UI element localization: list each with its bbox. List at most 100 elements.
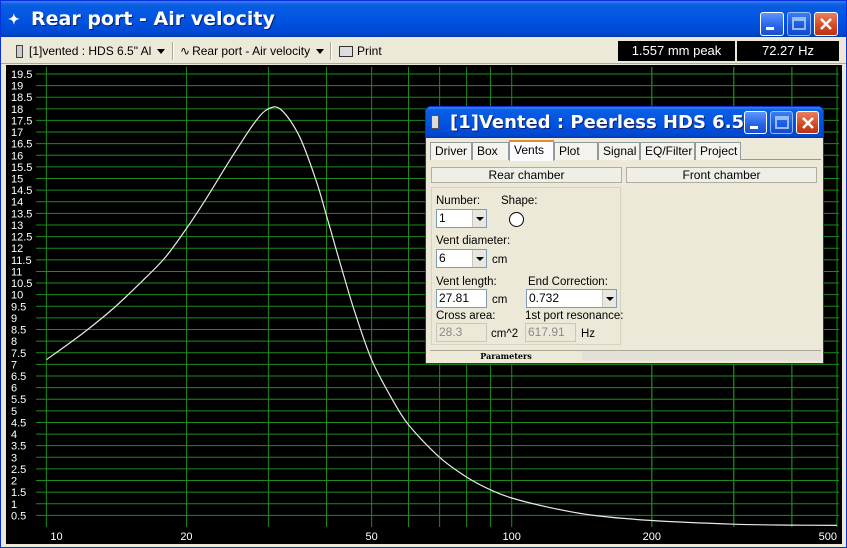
- maximize-icon: [775, 116, 789, 129]
- tab-strip: Driver Box Vents Plot Signal EQ/Filter P…: [430, 140, 821, 161]
- peak-readout: 1.557 mm peak: [618, 41, 735, 61]
- chevron-down-icon: [472, 250, 486, 267]
- dialog-title: [1]Vented : Peerless HDS 6.5...: [450, 112, 765, 133]
- y-tick-label: 11.5: [11, 255, 32, 267]
- chevron-down-icon: [472, 210, 486, 227]
- y-tick-label: 12: [11, 243, 23, 255]
- close-button[interactable]: [814, 12, 838, 36]
- y-tick-label: 9: [11, 313, 17, 325]
- close-icon: [820, 18, 832, 30]
- end-correction-select[interactable]: 0.732: [526, 289, 617, 308]
- tab-eq-filter[interactable]: EQ/Filter: [640, 142, 695, 160]
- y-tick-label: 18: [11, 104, 23, 116]
- tab-signal[interactable]: Signal: [598, 142, 640, 160]
- project-select[interactable]: [1]vented : HDS 6.5" Al: [16, 41, 166, 61]
- y-tick-label: 10.5: [11, 278, 32, 290]
- tab-box[interactable]: Box: [472, 142, 509, 160]
- vent-diameter-label: Vent diameter:: [436, 235, 511, 247]
- y-tick-label: 16: [11, 150, 23, 162]
- chevron-down-icon: [316, 49, 325, 55]
- y-tick-label: 1.5: [11, 487, 26, 499]
- x-tick-label: 20: [180, 531, 192, 543]
- y-tick-label: 15: [11, 174, 23, 186]
- x-tick-label: 200: [643, 531, 661, 543]
- number-value: 1: [439, 211, 446, 225]
- app-icon: ✦: [8, 11, 20, 27]
- dialog-status-bar: Parameters: [430, 350, 821, 361]
- tab-plot[interactable]: Plot: [554, 142, 598, 160]
- y-tick-label: 12.5: [11, 232, 32, 244]
- x-tick-label: 500: [819, 531, 837, 543]
- minimize-button[interactable]: [760, 12, 784, 36]
- title-bar[interactable]: ✦ Rear port - Air velocity: [1, 1, 846, 37]
- window-title: Rear port - Air velocity: [31, 8, 275, 30]
- vent-diameter-value: 6: [439, 251, 446, 265]
- shape-label: Shape:: [501, 195, 538, 207]
- cross-area-field: 28.3: [436, 323, 487, 342]
- y-tick-label: 13: [11, 220, 23, 232]
- y-tick-label: 15.5: [11, 162, 32, 174]
- y-tick-label: 17: [11, 127, 23, 139]
- y-tick-label: 14.5: [11, 185, 32, 197]
- cross-area-label: Cross area:: [436, 310, 496, 322]
- y-tick-label: 4: [11, 429, 17, 441]
- maximize-button[interactable]: [787, 12, 811, 36]
- dialog-close-button[interactable]: [796, 111, 819, 134]
- tab-driver[interactable]: Driver: [430, 142, 472, 160]
- dialog-minimize-button[interactable]: [744, 111, 767, 134]
- y-tick-label: 5: [11, 406, 17, 418]
- circle-shape-icon[interactable]: [509, 212, 524, 227]
- y-tick-label: 7: [11, 359, 17, 371]
- minimize-icon: [766, 27, 774, 30]
- number-select[interactable]: 1: [436, 209, 487, 228]
- vent-length-input[interactable]: 27.81: [436, 289, 487, 308]
- dialog-maximize-button[interactable]: [770, 111, 793, 134]
- status-parameters: Parameters: [430, 351, 582, 361]
- y-tick-label: 4.5: [11, 417, 26, 429]
- y-tick-label: 7.5: [11, 348, 26, 360]
- chevron-down-icon: [157, 49, 166, 55]
- y-tick-label: 9.5: [11, 301, 26, 313]
- y-tick-label: 8.5: [11, 325, 26, 337]
- y-tick-label: 19: [11, 81, 23, 93]
- waveform-icon: ∿: [180, 44, 191, 58]
- number-label: Number:: [436, 195, 481, 207]
- front-chamber-button[interactable]: Front chamber: [626, 167, 817, 183]
- project-icon: [16, 45, 23, 59]
- y-tick-label: 6.5: [11, 371, 26, 383]
- minimize-icon: [750, 126, 758, 129]
- y-tick-label: 16.5: [11, 139, 32, 151]
- y-tick-label: 3.5: [11, 441, 26, 453]
- y-tick-label: 2.5: [11, 464, 26, 476]
- dialog-icon: [431, 115, 439, 129]
- graph-select-label: Rear port - Air velocity: [192, 44, 311, 58]
- vent-parameters-group: Number: 1 Shape: Vent diameter: 6 cm Ven…: [431, 187, 623, 345]
- x-tick-label: 50: [366, 531, 378, 543]
- y-tick-label: 0.5: [11, 510, 26, 522]
- graph-select[interactable]: ∿ Rear port - Air velocity: [180, 41, 325, 61]
- y-tick-label: 1: [11, 499, 17, 511]
- y-tick-label: 5.5: [11, 394, 26, 406]
- close-icon: [802, 117, 814, 129]
- x-tick-label: 10: [50, 531, 62, 543]
- y-tick-label: 8: [11, 336, 17, 348]
- y-tick-label: 3: [11, 452, 17, 464]
- project-select-label: [1]vented : HDS 6.5" Al: [29, 44, 152, 58]
- frequency-readout: 72.27 Hz: [737, 41, 839, 61]
- print-label: Print: [357, 44, 382, 58]
- dialog-title-bar[interactable]: [1]Vented : Peerless HDS 6.5...: [426, 107, 823, 138]
- port-resonance-field: 617.91: [525, 323, 576, 342]
- end-correction-value: 0.732: [529, 291, 560, 305]
- port-resonance-unit: Hz: [581, 328, 596, 340]
- rear-chamber-button[interactable]: Rear chamber: [431, 167, 622, 183]
- tab-project[interactable]: Project: [695, 142, 741, 160]
- tab-vents[interactable]: Vents: [509, 140, 554, 161]
- vent-diameter-input[interactable]: 6: [436, 249, 487, 268]
- y-tick-label: 17.5: [11, 115, 32, 127]
- y-tick-label: 6: [11, 383, 17, 395]
- end-correction-label: End Correction:: [528, 276, 608, 288]
- maximize-icon: [792, 17, 806, 30]
- print-button[interactable]: Print: [339, 41, 382, 61]
- printer-icon: [339, 46, 353, 58]
- y-tick-label: 19.5: [11, 69, 32, 81]
